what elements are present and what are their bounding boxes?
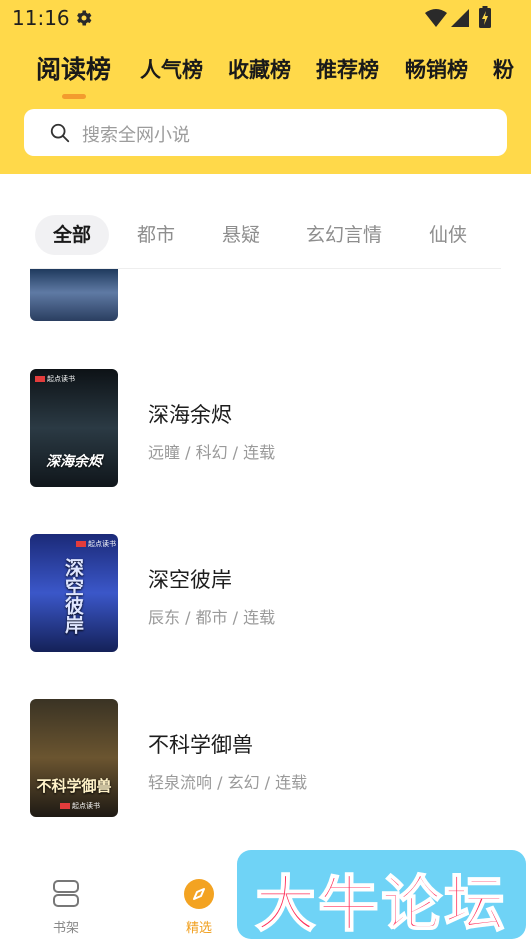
cover-badge: 起点读书 [60, 801, 100, 811]
bookshelf-icon [53, 880, 79, 907]
book-list: 起点读书 深海余烬 深海余烬 远瞳 / 科幻 / 连载 起点读书 深空彼岸 深空… [0, 269, 531, 849]
book-title[interactable]: 深空彼岸 [148, 564, 232, 594]
nav-label: 书架 [52, 921, 79, 936]
status-bar: 11:16 [0, 0, 531, 36]
active-tab-indicator [62, 94, 86, 99]
category-suspense[interactable]: 悬疑 [209, 215, 273, 255]
cover-title: 深空彼岸 [62, 558, 84, 634]
watermark-text: 大牛论坛 [255, 869, 508, 941]
nav-bookshelf[interactable]: 书架 [26, 850, 106, 944]
compass-icon [184, 879, 214, 909]
header: 11:16 阅读榜 人气榜 收藏榜 推荐榜 畅销榜 粉 搜索全网小说 [0, 0, 531, 174]
cover-badge: 起点读书 [35, 374, 75, 384]
book-item[interactable]: 起点读书 深海余烬 深海余烬 远瞳 / 科幻 / 连载 [0, 369, 531, 489]
category-all[interactable]: 全部 [35, 215, 109, 255]
book-cover[interactable]: 不科学御兽 起点读书 [30, 699, 118, 817]
book-meta: 辰东 / 都市 / 连载 [148, 608, 276, 627]
tab-bestseller-rank[interactable]: 畅销榜 [405, 54, 468, 84]
book-title[interactable]: 深海余烬 [148, 399, 232, 429]
tab-fans-rank[interactable]: 粉 [493, 54, 514, 84]
book-title[interactable]: 不科学御兽 [148, 729, 253, 759]
category-urban[interactable]: 都市 [124, 215, 188, 255]
book-cover[interactable]: 起点读书 深海余烬 [30, 369, 118, 487]
nav-label: 精选 [185, 921, 212, 936]
search-input[interactable]: 搜索全网小说 [82, 121, 190, 147]
book-cover[interactable] [30, 269, 118, 321]
cover-title: 深海余烬 [46, 454, 102, 470]
category-xianxia[interactable]: 仙侠 [416, 215, 480, 255]
tab-popularity-rank[interactable]: 人气榜 [140, 54, 203, 84]
book-meta: 轻泉流响 / 玄幻 / 连载 [148, 773, 308, 792]
tab-reading-rank[interactable]: 阅读榜 [36, 50, 111, 86]
cover-badge: 起点读书 [76, 539, 116, 549]
watermark-banner: 大牛论坛 [237, 850, 526, 941]
search-icon [50, 123, 70, 143]
cover-title: 不科学御兽 [36, 777, 112, 795]
tab-collection-rank[interactable]: 收藏榜 [228, 54, 291, 84]
category-filter: 全部 都市 悬疑 玄幻言情 仙侠 [0, 215, 531, 257]
book-item[interactable]: 起点读书 深空彼岸 深空彼岸 辰东 / 都市 / 连载 [0, 534, 531, 654]
battery-icon [479, 6, 491, 28]
book-meta: 远瞳 / 科幻 / 连载 [148, 443, 276, 462]
book-cover[interactable]: 起点读书 深空彼岸 [30, 534, 118, 652]
search-bar[interactable]: 搜索全网小说 [24, 109, 507, 156]
tab-recommend-rank[interactable]: 推荐榜 [316, 54, 379, 84]
gear-icon [77, 10, 92, 26]
category-fantasy-romance[interactable]: 玄幻言情 [298, 215, 390, 255]
book-item[interactable]: 不科学御兽 起点读书 不科学御兽 轻泉流响 / 玄幻 / 连载 [0, 699, 531, 819]
nav-featured[interactable]: 精选 [159, 850, 239, 944]
status-time: 11:16 [12, 6, 70, 30]
